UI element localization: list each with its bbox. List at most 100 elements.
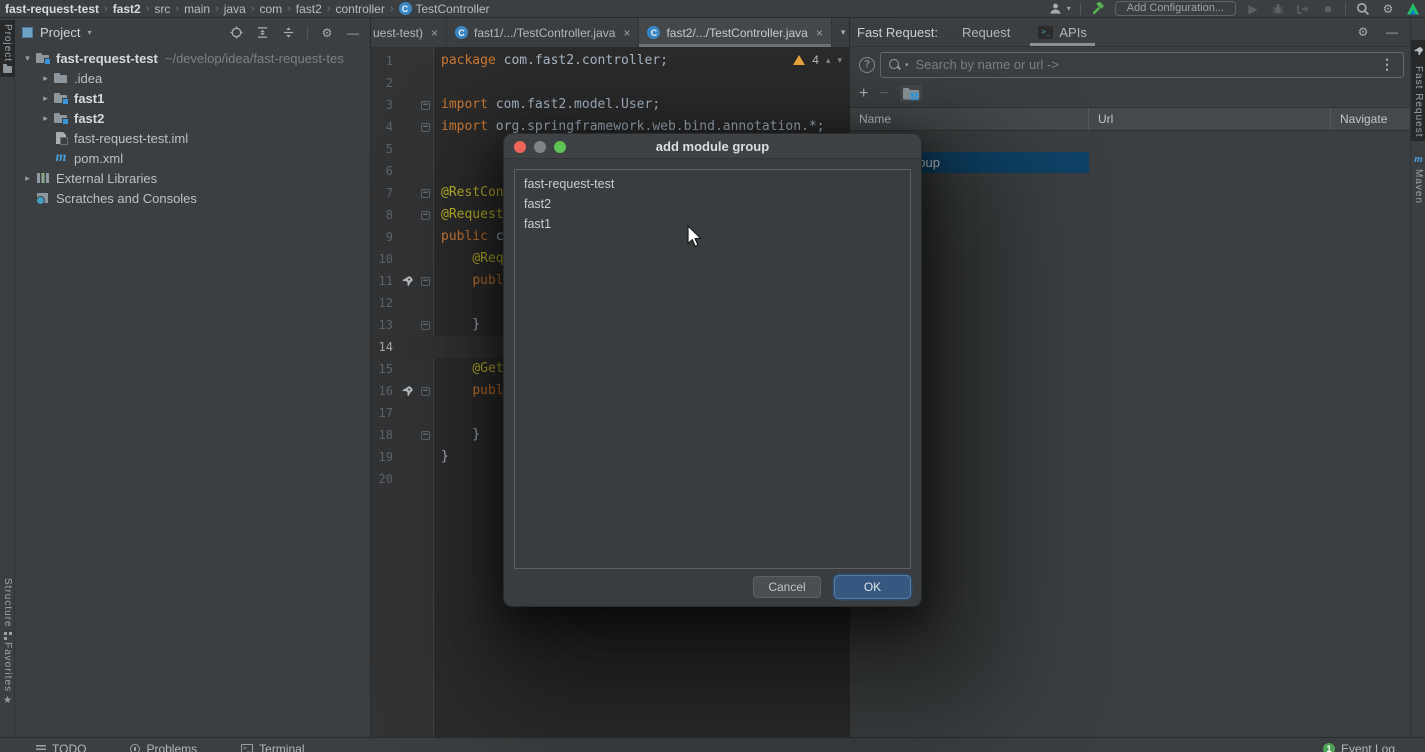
stop-icon[interactable]: ■ — [1320, 1, 1336, 17]
hide-panel-icon[interactable]: — — [1385, 25, 1399, 39]
editor-tab-active[interactable]: C fast2/.../TestController.java × — [639, 18, 831, 47]
module-group-option[interactable]: fast-request-test — [515, 174, 910, 194]
breadcrumb-item[interactable]: fast2 — [296, 2, 322, 16]
help-icon[interactable]: ? — [859, 57, 875, 73]
stripe-button-maven[interactable]: m Maven — [1411, 150, 1425, 208]
statusbar-item-problems[interactable]: Problems — [130, 742, 197, 752]
prev-warning-icon[interactable]: ▴ — [826, 55, 831, 66]
stripe-button-structure[interactable]: Structure — [0, 574, 15, 644]
locate-icon[interactable] — [229, 26, 243, 40]
column-header-navigate[interactable]: Navigate — [1331, 108, 1410, 130]
fold-marker-icon[interactable]: − — [417, 270, 434, 292]
event-log-badge[interactable]: 1 — [1323, 743, 1335, 752]
fold-marker-icon[interactable]: − — [417, 380, 434, 402]
tree-item-fast2[interactable]: ▸fast2 — [15, 108, 370, 128]
remove-icon[interactable]: − — [879, 86, 888, 102]
run-with-coverage-icon[interactable] — [1295, 1, 1311, 17]
close-icon[interactable]: × — [623, 26, 630, 40]
tree-item-fast1[interactable]: ▸fast1 — [15, 88, 370, 108]
module-badge — [44, 58, 51, 65]
chevron-right-icon[interactable]: ▸ — [38, 113, 53, 124]
column-header-url[interactable]: Url — [1089, 108, 1331, 130]
fold-marker-icon[interactable]: − — [417, 314, 434, 336]
rocket-icon[interactable] — [397, 270, 417, 292]
add-icon[interactable]: + — [859, 86, 868, 102]
tab-list-chevron-icon[interactable]: ▾ — [832, 18, 849, 47]
tab-apis[interactable]: >_ APIs — [1034, 18, 1090, 46]
breadcrumb-item[interactable]: controller — [335, 2, 384, 16]
module-badge — [62, 98, 69, 105]
stripe-button-fast-request[interactable]: Fast Request — [1411, 40, 1425, 141]
tree-item-fast-request-test-iml[interactable]: fast-request-test.iml — [15, 128, 370, 148]
line-number: 6 — [371, 160, 397, 182]
tree-item-pom-xml[interactable]: mpom.xml — [15, 148, 370, 168]
editor-tab[interactable]: C fast1/.../TestController.java × — [447, 18, 639, 47]
breadcrumb-item[interactable]: com — [259, 2, 282, 16]
tree-item-fast-request-test[interactable]: ▾fast-request-test~/develop/idea/fast-re… — [15, 48, 370, 68]
stripe-button-project[interactable]: Project — [0, 20, 15, 77]
search-field[interactable]: ▾ ⋮ — [880, 52, 1404, 78]
code-token: @RestCon — [441, 185, 504, 200]
close-icon[interactable]: × — [431, 26, 438, 40]
run-icon[interactable]: ▶ — [1245, 1, 1261, 17]
tree-item-scratches-and-consoles[interactable]: Scratches and Consoles — [15, 188, 370, 208]
chevron-down-icon[interactable]: ▾ — [87, 28, 91, 37]
chevron-down-icon[interactable]: ▾ — [20, 53, 35, 64]
chevron-right-icon[interactable]: ▸ — [38, 73, 53, 84]
tab-request[interactable]: Request — [962, 18, 1010, 46]
breadcrumb-item[interactable]: java — [224, 2, 246, 16]
fold-marker-icon[interactable]: − — [417, 116, 434, 138]
add-configuration-button[interactable]: Add Configuration... — [1115, 1, 1236, 16]
collapse-all-icon[interactable] — [281, 26, 295, 40]
close-icon[interactable]: × — [816, 26, 823, 40]
hide-panel-icon[interactable]: — — [346, 26, 360, 40]
cancel-button[interactable]: Cancel — [753, 576, 821, 598]
inspection-widget[interactable]: 4 ▴ ▾ — [793, 53, 842, 67]
ok-button[interactable]: OK — [834, 575, 911, 599]
chevron-right-icon[interactable]: ▸ — [38, 93, 53, 104]
module-group-icon[interactable] — [900, 85, 922, 102]
minimize-window-icon[interactable] — [534, 141, 546, 153]
project-panel-title[interactable]: Project — [40, 25, 80, 40]
settings-gear-icon[interactable]: ⚙ — [1380, 1, 1396, 17]
gear-icon[interactable]: ⚙ — [320, 26, 334, 40]
main-toolbar: ▾ Add Configuration... ▶ ■ ⚙ — [1048, 1, 1425, 17]
code-text — [434, 468, 441, 490]
user-dropdown-icon[interactable] — [1048, 1, 1064, 17]
statusbar-item-todo[interactable]: TODO — [36, 742, 86, 752]
breadcrumb-item[interactable]: main — [184, 2, 210, 16]
editor-tab[interactable]: uest-test) × — [371, 18, 447, 47]
breadcrumb-item[interactable]: src — [154, 2, 170, 16]
fold-marker-icon[interactable]: − — [417, 182, 434, 204]
breadcrumb-item[interactable]: fast2 — [113, 2, 141, 16]
tree-item-external-libraries[interactable]: ▸External Libraries — [15, 168, 370, 188]
gear-icon[interactable]: ⚙ — [1356, 25, 1370, 39]
table-row-selected[interactable]: Default Group — [850, 152, 1410, 173]
fold-marker-icon[interactable]: − — [417, 424, 434, 446]
hammer-icon[interactable] — [1090, 1, 1106, 17]
chevron-right-icon[interactable]: ▸ — [20, 173, 35, 184]
search-input[interactable] — [916, 57, 1378, 72]
statusbar-item-terminal[interactable]: >_Terminal — [241, 742, 304, 752]
java-class-icon: C — [647, 26, 660, 39]
zoom-window-icon[interactable] — [554, 141, 566, 153]
rocket-icon[interactable] — [397, 380, 417, 402]
kebab-menu-icon[interactable]: ⋮ — [1378, 56, 1396, 73]
fold-marker-icon[interactable]: − — [417, 204, 434, 226]
module-group-option[interactable]: fast1 — [515, 214, 910, 234]
search-everywhere-icon[interactable] — [1355, 1, 1371, 17]
expand-all-icon[interactable] — [255, 26, 269, 40]
tree-item--idea[interactable]: ▸.idea — [15, 68, 370, 88]
breadcrumb-item[interactable]: CTestController — [399, 2, 490, 16]
debug-icon[interactable] — [1270, 1, 1286, 17]
module-group-list[interactable]: fast-request-testfast2fast1 — [514, 169, 911, 569]
next-warning-icon[interactable]: ▾ — [837, 55, 842, 66]
breadcrumb-item[interactable]: fast-request-test — [5, 2, 99, 16]
stripe-button-favorites[interactable]: Favorites ★ — [0, 638, 15, 710]
event-log-label[interactable]: Event Log — [1341, 742, 1395, 752]
close-window-icon[interactable] — [514, 141, 526, 153]
column-header-name[interactable]: Name — [850, 108, 1089, 130]
stripe-label: Project — [0, 24, 15, 62]
fold-marker-icon[interactable]: − — [417, 94, 434, 116]
module-group-option[interactable]: fast2 — [515, 194, 910, 214]
